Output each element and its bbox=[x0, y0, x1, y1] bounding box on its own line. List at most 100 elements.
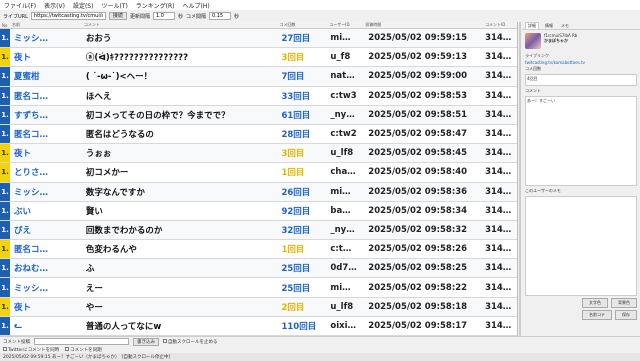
name-cell: 夜ト bbox=[13, 302, 31, 313]
name-cell: 夏蜜柑 bbox=[13, 72, 40, 83]
table-row[interactable]: 1. ミッシ… おおう 27回目 mi… 2025/05/02 09:59:15 314… bbox=[0, 29, 517, 49]
col-comment-id[interactable]: コメントID bbox=[483, 22, 517, 28]
tab-info[interactable]: 情報 bbox=[543, 23, 555, 29]
row-number-cell: 1. bbox=[0, 163, 10, 182]
tab-memo[interactable]: メモ bbox=[559, 23, 571, 29]
comment-box: あー！すごーい bbox=[525, 96, 637, 186]
table-row[interactable]: 1. 夏蜜柑 ( ˙-ω-˙)<ヘー！ 7回目 nat… 2025/05/02 09:59… bbox=[0, 67, 517, 87]
col-comment[interactable]: コメント bbox=[82, 22, 278, 28]
comment-grid: No 名前 コメント コメ回数 ユーザーID 投稿時間 コメントID 1. ミッシ… bbox=[0, 22, 518, 336]
grid-header: No 名前 コメント コメ回数 ユーザーID 投稿時間 コメントID bbox=[0, 22, 517, 29]
user-id-cell: c:t… bbox=[330, 244, 352, 255]
interval-input[interactable] bbox=[152, 12, 175, 20]
comment-cell: おおう bbox=[85, 34, 112, 45]
table-row[interactable]: 1. すずち… 初コメってその日の枠で？今までで？ 61回目 _ny… 2025/05/0… bbox=[0, 105, 517, 125]
table-row[interactable]: 1. 匿名コ… 匿名はどうなるの 28回目 c:tw2 2025/05/02 09:58:… bbox=[0, 124, 517, 145]
table-row[interactable]: 1. 匿名コ… 色変わるんや 1回目 c:t… 2025/05/02 09:58:26 31… bbox=[0, 240, 517, 260]
comment-id-cell: 314… bbox=[485, 71, 512, 82]
post-button[interactable]: 書き込み bbox=[133, 337, 159, 346]
col-time[interactable]: 投稿時間 bbox=[363, 22, 483, 28]
count-cell: 25回目 bbox=[281, 283, 311, 294]
live-url-input[interactable] bbox=[30, 12, 106, 20]
name-cell: 匿名コ… bbox=[13, 130, 48, 141]
memo-area[interactable] bbox=[525, 196, 637, 296]
table-row[interactable]: 1. ミッシ… えー 25回目 mi… 2025/05/02 09:58:22 314… bbox=[0, 278, 517, 298]
time-cell: 2025/05/02 09:59:00 bbox=[368, 71, 468, 82]
time-cell: 2025/05/02 09:58:47 bbox=[368, 129, 468, 140]
bg-color-button[interactable]: 背景色 bbox=[611, 298, 637, 308]
time-cell: 2025/05/02 09:58:40 bbox=[368, 167, 468, 178]
col-no[interactable]: No bbox=[0, 23, 10, 28]
table-row[interactable]: 1. とりさ… 初コメかー 1回目 cha… 2025/05/02 09:58:40 314… bbox=[0, 163, 517, 183]
table-row[interactable]: 1. ᓚ 普通の人ってなにw 110回目 oixi… 2025/05/02 09:58:1… bbox=[0, 316, 517, 336]
menu-tools[interactable]: ツール(T) bbox=[97, 1, 131, 10]
live-link[interactable]: twitcasting.tv/kamabottoes.tv bbox=[525, 60, 637, 65]
grid-rows: 1. ミッシ… おおう 27回目 mi… 2025/05/02 09:59:15 314… 1… bbox=[0, 29, 517, 336]
count-cell: 61回目 bbox=[281, 110, 311, 121]
save-buttons: 名前コテ 保存 bbox=[525, 310, 637, 320]
col-name[interactable]: 名前 bbox=[10, 22, 82, 28]
save-button[interactable]: 保存 bbox=[615, 310, 637, 320]
menu-help[interactable]: ヘルプ(H) bbox=[178, 1, 213, 10]
comment-id-cell: 314… bbox=[485, 52, 512, 63]
side-panel: 詳細 情報 メモ f1rcmuiS7lbA Rb かまぼちゃか ライブリンク t… bbox=[522, 22, 640, 336]
tab-detail[interactable]: 詳細 bbox=[525, 22, 539, 29]
time-cell: 2025/05/02 09:59:13 bbox=[368, 52, 468, 63]
table-row[interactable]: 1. 夜ト ⓐ(ᐛ)ｷ??????????????? 3回目 u_f8 2025/05/0… bbox=[0, 48, 517, 68]
user-name: かまぼちゃか bbox=[544, 38, 568, 43]
time-cell: 2025/05/02 09:58:18 bbox=[368, 301, 468, 312]
auto-scroll-checkbox[interactable]: 自動スクロールを止める bbox=[163, 338, 218, 345]
col-user-id[interactable]: ユーザーID bbox=[327, 22, 363, 28]
interval-unit: 秒 bbox=[177, 13, 183, 20]
name-cell: ぶい bbox=[13, 206, 31, 217]
user-id-cell: _ny… bbox=[330, 109, 355, 120]
table-row[interactable]: 1. 夜ト うぉぉ 3回目 u_lf8 2025/05/02 09:58:45 314… bbox=[0, 144, 517, 164]
user-id-cell: _ny… bbox=[330, 224, 355, 235]
twitter-checkbox[interactable]: Twitterにコメントを同時 bbox=[3, 346, 59, 353]
comment-id-cell: 314… bbox=[485, 90, 512, 101]
text-color-button[interactable]: 文字色 bbox=[582, 298, 608, 308]
table-row[interactable]: 1. おねむ… ふ 25回目 0d7… 2025/05/02 09:58:25 314… bbox=[0, 259, 517, 279]
user-id-cell: 0d7… bbox=[330, 263, 357, 274]
table-row[interactable]: 1. 匿名コ… ほへえ 33回目 c:tw3 2025/05/02 09:58:53 314… bbox=[0, 86, 517, 106]
time-cell: 2025/05/02 09:58:34 bbox=[368, 205, 468, 216]
table-row[interactable]: 1. びえ 回数までわかるのか 32回目 _ny… 2025/05/02 09:58:32… bbox=[0, 220, 517, 241]
grid-scrollbar[interactable] bbox=[519, 22, 521, 336]
count-cell: 33回目 bbox=[281, 91, 311, 102]
menu-settings[interactable]: 設定(S) bbox=[69, 1, 98, 10]
menu-file[interactable]: ファイル(F) bbox=[0, 1, 40, 10]
comment-cell: うぉぉ bbox=[85, 149, 112, 160]
user-id-cell: cha… bbox=[330, 167, 356, 178]
comment-id-cell: 314… bbox=[485, 301, 512, 312]
comment-cell: 色変わるんや bbox=[85, 245, 137, 256]
count-cell: 32回目 bbox=[281, 225, 311, 236]
name-cell: 夜ト bbox=[13, 53, 31, 64]
name-kote-button[interactable]: 名前コテ bbox=[582, 310, 612, 320]
count-label: コメ間隔 bbox=[185, 13, 206, 20]
comment-id-cell: 314… bbox=[485, 263, 512, 274]
menu-view[interactable]: 表示(V) bbox=[40, 1, 69, 10]
row-number-cell: 1. bbox=[0, 316, 10, 335]
count-unit: 秒 bbox=[233, 13, 239, 20]
comment-id-cell: 314… bbox=[485, 33, 512, 44]
table-row[interactable]: 1. 夜ト やー 2回目 u_lf8 2025/05/02 09:58:18 314… bbox=[0, 297, 517, 317]
sync-label: コメントを同期 bbox=[70, 347, 102, 353]
menu-ranking[interactable]: ランキング(R) bbox=[132, 1, 179, 10]
table-row[interactable]: 1. ぶい 賢い 92回目 ba… 2025/05/02 09:58:34 314… bbox=[0, 201, 517, 221]
table-row[interactable]: 1. ミッシ… 数字なんですか 26回目 mi… 2025/05/02 09:58:36 3… bbox=[0, 182, 517, 202]
connect-button[interactable]: 接続 bbox=[108, 12, 127, 20]
comment-id-cell: 314… bbox=[485, 167, 512, 178]
comment-cell: 初コメってその日の枠で？今までで？ bbox=[85, 110, 230, 121]
col-count[interactable]: コメ回数 bbox=[277, 22, 327, 28]
bottom-bar: コメント投稿 書き込み 自動スクロールを止める Twitterにコメントを同時 … bbox=[0, 336, 640, 361]
comment-id-cell: 314… bbox=[485, 148, 512, 159]
comment-input[interactable] bbox=[34, 338, 129, 345]
count-input[interactable] bbox=[208, 12, 231, 20]
name-cell: とりさ… bbox=[13, 168, 48, 179]
user-id-cell: ba… bbox=[330, 205, 351, 216]
sync-checkbox[interactable]: コメントを同期 bbox=[65, 346, 102, 353]
comment-count-label: コメ回数 bbox=[525, 66, 541, 71]
name-cell: 匿名コ… bbox=[13, 91, 48, 102]
memo-label: このユーザーのメモ bbox=[525, 188, 561, 193]
name-cell: ミッシ… bbox=[13, 283, 48, 294]
